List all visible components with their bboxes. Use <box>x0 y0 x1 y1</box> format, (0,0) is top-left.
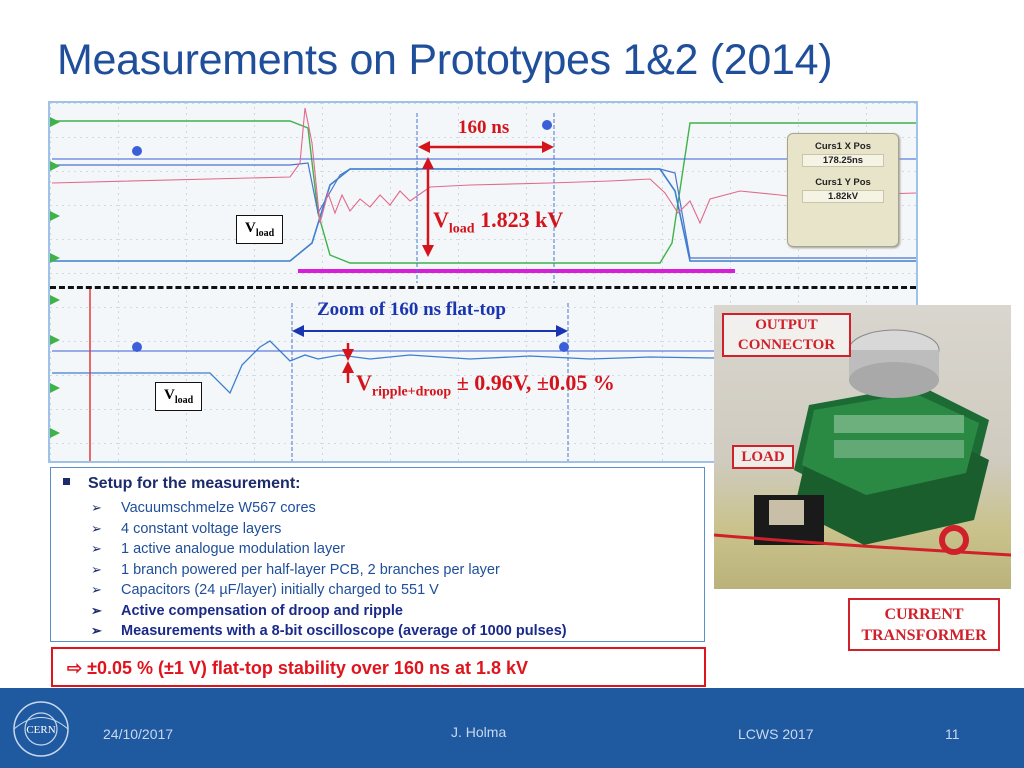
arrow-bullet-icon: ➢ <box>91 541 102 556</box>
cursor-x-value: 178.25ns <box>802 154 884 167</box>
result-box: ⇨ ±0.05 % (±1 V) flat-top stability over… <box>51 647 706 687</box>
current-transformer-label: CURRENT TRANSFORMER <box>848 598 1000 651</box>
arrow-bullet-icon: ➢ <box>91 561 102 577</box>
scope-separator <box>50 286 916 289</box>
list-item: ➢ 4 constant voltage layers <box>91 519 567 540</box>
arrow-bullet-icon: ➢ <box>91 602 102 618</box>
list-item: ➢ Vacuumschmelze W567 cores <box>91 498 567 519</box>
vload-label-bottom: Vload <box>155 382 203 411</box>
arrow-bullet-icon: ➢ <box>91 520 102 536</box>
setup-heading: Setup for the measurement: <box>63 475 300 493</box>
setup-list: ➢ Vacuumschmelze W567 cores ➢ 4 constant v… <box>91 498 567 642</box>
slide-title: Measurements on Prototypes 1&2 (2014) <box>57 36 833 84</box>
cursor-y-value: 1.82kV <box>802 190 884 203</box>
bullet-square-icon <box>63 478 70 486</box>
arrow-bullet-icon: ➢ <box>91 623 102 638</box>
zoom-annotation: Zoom of 160 ns flat-top <box>317 299 506 320</box>
cern-logo-icon: CERN <box>13 701 69 757</box>
cursor-x-label: Curs1 X Pos <box>815 141 871 152</box>
footer-author: J. Holma <box>451 724 507 740</box>
vload-label-top: Vload <box>236 215 284 244</box>
load-label: LOAD <box>732 445 794 469</box>
result-text: ⇨ ±0.05 % (±1 V) flat-top stability over… <box>67 658 529 678</box>
list-item: ➢ Active compensation of droop and ripple <box>91 601 567 622</box>
prototype-photo: OUTPUT CONNECTOR LOAD <box>714 305 1011 589</box>
list-item: ➢ 1 branch powered per half-layer PCB, 2 … <box>91 560 567 581</box>
list-item: ➢ 1 active analogue modulation layer <box>91 539 567 560</box>
cursor-y-label: Curs1 Y Pos <box>815 177 871 188</box>
arrow-bullet-icon: ➢ <box>91 500 102 515</box>
list-item: ➢ Capacitors (24 µF/layer) initially char… <box>91 580 567 601</box>
time-annotation: 160 ns <box>458 117 510 138</box>
arrow-right-icon: ⇨ <box>67 658 83 678</box>
cern-logo-text: CERN <box>26 724 55 736</box>
ripple-annotation: Vripple+droop ± 0.96V, ±0.05 % <box>356 370 615 400</box>
footer-event: LCWS 2017 <box>738 726 814 742</box>
cursor-readout-panel: Curs1 X Pos 178.25ns Curs1 Y Pos 1.82kV <box>787 133 899 247</box>
output-connector-label: OUTPUT CONNECTOR <box>722 313 851 357</box>
setup-box: Setup for the measurement: ➢ Vacuumschmel… <box>50 467 705 642</box>
footer-date: 24/10/2017 <box>103 726 174 742</box>
page-number: 11 <box>945 726 960 742</box>
vload-annotation: Vload 1.823 kV <box>433 207 564 237</box>
list-item: ➢ Measurements with a 8-bit oscilloscope … <box>91 621 567 642</box>
arrow-bullet-icon: ➢ <box>91 582 102 597</box>
